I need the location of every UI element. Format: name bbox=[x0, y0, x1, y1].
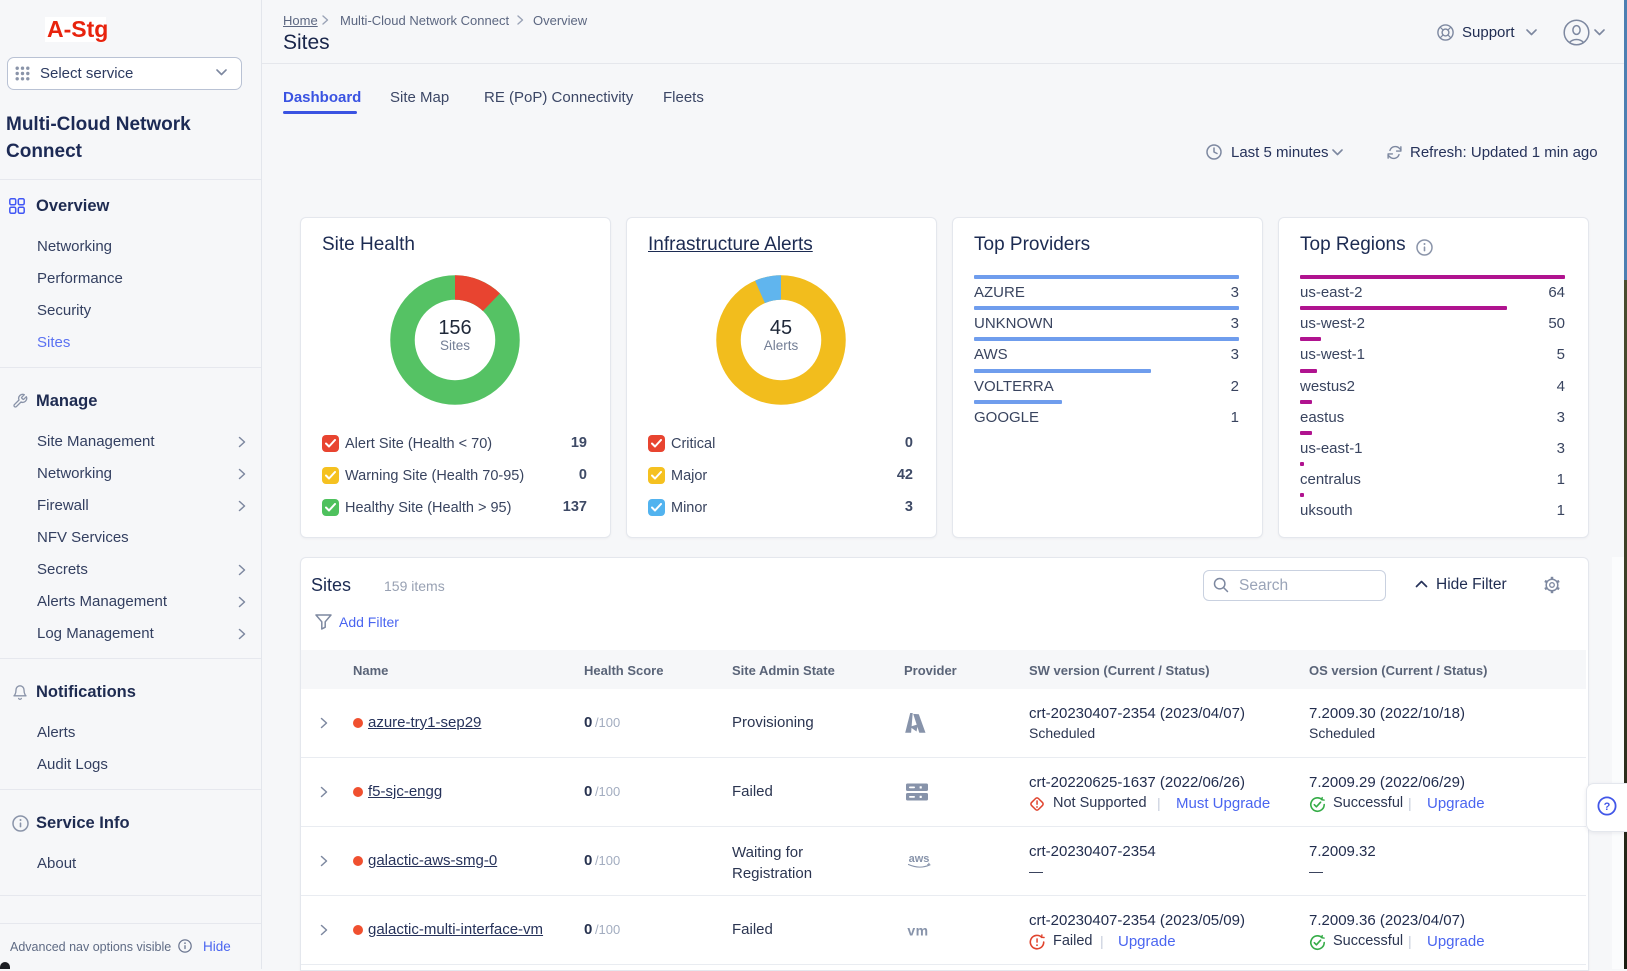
svg-text:vm: vm bbox=[907, 923, 928, 938]
svg-text:aws: aws bbox=[909, 853, 930, 865]
svg-text:?: ? bbox=[1604, 801, 1611, 813]
